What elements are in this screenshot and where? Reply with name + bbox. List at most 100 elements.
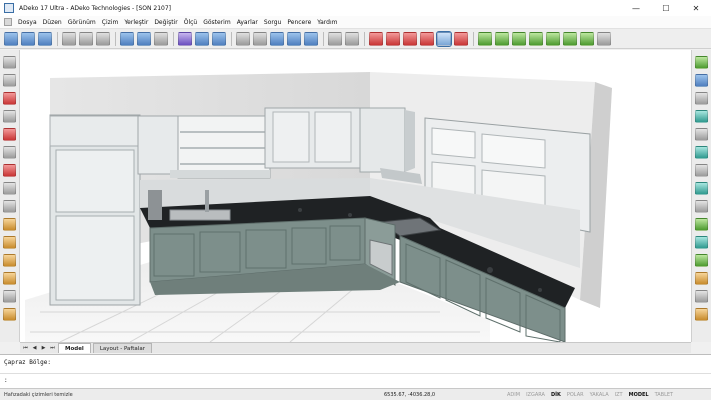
toggle-izgara[interactable]: IZGARA: [523, 392, 548, 398]
tab-model[interactable]: Model: [58, 343, 91, 353]
render-icon[interactable]: [328, 31, 342, 46]
copy-icon[interactable]: [195, 31, 209, 46]
accessory-icon[interactable]: [695, 272, 708, 285]
handle-icon[interactable]: [403, 31, 417, 46]
camera-icon[interactable]: [695, 74, 708, 87]
toolbar-separator: [173, 31, 174, 46]
texture-icon[interactable]: [695, 164, 708, 177]
block-icon[interactable]: [3, 182, 16, 195]
command-input[interactable]: :: [0, 373, 711, 387]
plot-icon[interactable]: [96, 31, 110, 46]
arc-icon[interactable]: [3, 110, 16, 123]
draw-line-icon[interactable]: [3, 56, 16, 69]
zoom-icon[interactable]: [236, 31, 250, 46]
material-icon[interactable]: [3, 308, 16, 321]
menu-yardim[interactable]: Yardım: [314, 19, 340, 26]
menu-ayarlar[interactable]: Ayarlar: [234, 19, 261, 26]
countertop-icon[interactable]: [478, 31, 492, 46]
drawer-icon[interactable]: [3, 254, 16, 267]
toggle-polar[interactable]: POLAR: [564, 392, 587, 398]
clear-memory-icon[interactable]: [436, 30, 452, 47]
layer-manager-icon[interactable]: [695, 56, 708, 69]
title-bar[interactable]: ADeko 17 Ultra - ADeko Technologies - [S…: [0, 0, 711, 16]
menu-duzen[interactable]: Düzen: [40, 19, 65, 26]
toggle-izt[interactable]: IZT: [612, 392, 626, 398]
environment-icon[interactable]: [695, 236, 708, 249]
prev-tab-arrow-icon[interactable]: ◀: [31, 345, 38, 352]
main-toolbar: [0, 29, 711, 49]
box-icon[interactable]: [3, 218, 16, 231]
menu-olcu[interactable]: Ölçü: [181, 19, 201, 26]
menu-cizim[interactable]: Çizim: [99, 19, 122, 26]
new-file-icon[interactable]: [4, 31, 18, 46]
toggle-model[interactable]: MODEL: [626, 392, 652, 398]
plant-icon[interactable]: [695, 254, 708, 267]
open-file-icon[interactable]: [21, 31, 35, 46]
menu-gorunum[interactable]: Görünüm: [65, 19, 99, 26]
circle-icon[interactable]: [3, 92, 16, 105]
print-preview-icon[interactable]: [79, 31, 93, 46]
export-icon[interactable]: [695, 290, 708, 303]
module-icon[interactable]: [420, 31, 434, 46]
layout-tab-bar: ⏮ ◀ ▶ ⏭ Model Layout - Paftalar: [20, 342, 691, 353]
shelf-icon[interactable]: [3, 236, 16, 249]
menu-yerlestir[interactable]: Yerleştir: [121, 19, 151, 26]
rectangle-icon[interactable]: [3, 128, 16, 141]
appliance-icon[interactable]: [454, 31, 468, 46]
toggle-dik[interactable]: DİK: [548, 392, 564, 398]
paste-icon[interactable]: [212, 31, 226, 46]
redo-icon[interactable]: [137, 31, 151, 46]
undo-icon[interactable]: [120, 31, 134, 46]
menu-sorgu[interactable]: Sorgu: [261, 19, 284, 26]
panel-icon[interactable]: [3, 272, 16, 285]
render-quality-icon[interactable]: [695, 110, 708, 123]
toggle-yakala[interactable]: YAKALA: [587, 392, 612, 398]
3d-viewport[interactable]: [20, 50, 691, 342]
menu-gosterim[interactable]: Gösterim: [200, 19, 233, 26]
text-icon[interactable]: [3, 164, 16, 177]
light-settings-icon[interactable]: [695, 128, 708, 141]
next-tab-arrow-icon[interactable]: ▶: [40, 345, 47, 352]
match-properties-icon[interactable]: [154, 31, 168, 46]
plinth-icon[interactable]: [495, 31, 509, 46]
report-icon[interactable]: [695, 308, 708, 321]
toggle-adim[interactable]: ADIM: [504, 392, 523, 398]
menu-dosya[interactable]: Dosya: [15, 19, 40, 26]
app-logo-icon[interactable]: [4, 3, 14, 13]
walk-icon[interactable]: [695, 92, 708, 105]
hatch-icon[interactable]: [3, 146, 16, 159]
ceiling-icon[interactable]: [563, 31, 577, 46]
polyline-icon[interactable]: [3, 74, 16, 87]
bulb-icon[interactable]: [695, 218, 708, 231]
view-top-icon[interactable]: [287, 31, 301, 46]
floor-icon[interactable]: [546, 31, 560, 46]
menu-pencere[interactable]: Pencere: [284, 19, 314, 26]
close-button[interactable]: ✕: [681, 0, 711, 16]
save-icon[interactable]: [38, 31, 52, 46]
tab-layout[interactable]: Layout - Paftalar: [92, 343, 152, 353]
color-icon[interactable]: [695, 182, 708, 195]
orbit-icon[interactable]: [270, 31, 284, 46]
first-tab-arrow-icon[interactable]: ⏮: [22, 345, 29, 352]
settings-icon[interactable]: [597, 31, 611, 46]
toggle-tablet[interactable]: TABLET: [652, 392, 677, 398]
cornice-icon[interactable]: [512, 31, 526, 46]
measure-icon[interactable]: [3, 290, 16, 303]
material-editor-icon[interactable]: [695, 146, 708, 159]
shadow-icon[interactable]: [695, 200, 708, 213]
print-icon[interactable]: [62, 31, 76, 46]
door-icon[interactable]: [386, 31, 400, 46]
last-tab-arrow-icon[interactable]: ⏭: [49, 345, 56, 352]
minimize-button[interactable]: —: [621, 0, 651, 16]
menu-degistir[interactable]: Değiştir: [151, 19, 180, 26]
wall-icon[interactable]: [529, 31, 543, 46]
pan-icon[interactable]: [253, 31, 267, 46]
cabinet-icon[interactable]: [369, 31, 383, 46]
shade-icon[interactable]: [345, 31, 359, 46]
layer-icon[interactable]: [3, 200, 16, 213]
cut-icon[interactable]: [178, 31, 192, 46]
maximize-button[interactable]: ☐: [651, 0, 681, 16]
document-icon[interactable]: [4, 18, 12, 26]
light-icon[interactable]: [580, 31, 594, 46]
view-front-icon[interactable]: [304, 31, 318, 46]
